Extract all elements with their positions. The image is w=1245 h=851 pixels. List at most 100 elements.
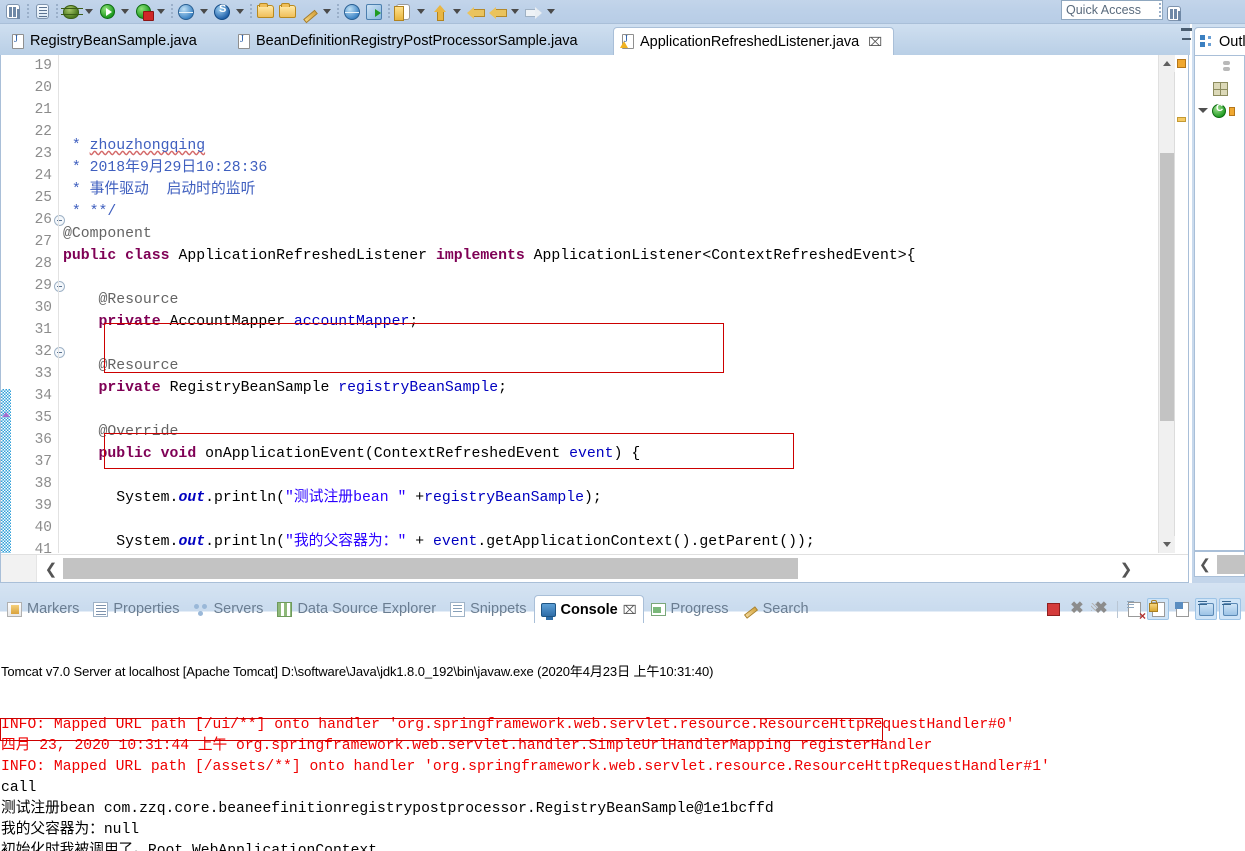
code-line[interactable]: * **/ [59,201,1174,223]
run-icon[interactable] [96,1,118,23]
line-number: 22 [34,124,52,140]
tab-servers[interactable]: Servers [186,596,270,622]
code-line[interactable] [59,509,1174,531]
editor-tab-registrybeansample[interactable]: RegistryBeanSample.java [4,27,220,55]
remove-all-terminated-button[interactable]: ✖ [1090,598,1112,620]
tab-search[interactable]: Search [736,596,816,622]
code-line[interactable]: @Component [59,223,1174,245]
code-line[interactable]: @Resource [59,355,1174,377]
editor-tab-beandefinitionregistrypostprocessorsample[interactable]: BeanDefinitionRegistryPostProcessorSampl… [230,27,610,55]
new-folder-icon[interactable] [276,1,298,23]
code-line[interactable]: public void onApplicationEvent(ContextRe… [59,443,1174,465]
code-line[interactable]: @Resource [59,289,1174,311]
tab-properties[interactable]: Properties [86,596,186,622]
notes-icon[interactable] [392,1,414,23]
open-browser-dropdown-arrow-icon[interactable] [197,2,211,22]
skip-breakpoints-icon[interactable] [31,1,53,23]
java-perspective-icon[interactable] [363,1,385,23]
open-console-button[interactable] [1219,598,1241,620]
editor-vertical-scrollbar[interactable] [1158,55,1175,553]
code-line[interactable] [59,267,1174,289]
tab-progress[interactable]: Progress [644,596,736,622]
terminate-button[interactable] [1042,598,1064,620]
close-icon[interactable]: ⌧ [868,35,882,49]
notes-dropdown-arrow-icon[interactable] [414,2,428,22]
svn-dropdown-arrow-icon[interactable] [233,2,247,22]
code-line[interactable]: System.out.println("测试注册bean " +registry… [59,487,1174,509]
outline-item-package[interactable] [1195,78,1244,100]
run-server-dropdown-arrow-icon[interactable] [154,2,168,22]
up-arrow-icon[interactable] [428,1,450,23]
code-line[interactable] [59,465,1174,487]
clear-icon [1127,601,1141,617]
code-line[interactable]: System.out.println("我的父容器为：" + event.get… [59,531,1174,553]
up-dropdown-arrow-icon[interactable] [450,2,464,22]
tab-outline[interactable]: Outl [1194,27,1245,55]
forward-arrow-icon[interactable] [522,1,544,23]
code-token: RegistryBeanSample [169,380,339,396]
editor-tab-applicationrefreshedlistener[interactable]: ApplicationRefreshedListener.java ⌧ [613,27,894,55]
code-line[interactable]: private AccountMapper accountMapper; [59,311,1174,333]
close-icon[interactable]: ⌧ [623,603,637,617]
hscroll-thumb[interactable] [1217,555,1245,574]
editor-overview-ruler[interactable] [1174,55,1188,553]
scroll-thumb[interactable] [1160,153,1174,421]
quick-access-input[interactable]: Quick Access [1061,0,1163,20]
scroll-lock-button[interactable] [1147,598,1169,620]
back-arrow-2-icon[interactable] [486,1,508,23]
open-browser-icon[interactable] [175,1,197,23]
code-editor[interactable]: 19 20 21 22 23 24 25 26 27 28 29 30 31 32 33 34 35 36 37 38… [0,55,1189,583]
scroll-left-icon[interactable]: ❮ [1199,555,1211,574]
edit-dropdown-arrow-icon[interactable] [320,2,334,22]
scroll-down-icon[interactable] [1159,536,1175,553]
console-output[interactable]: Tomcat v7.0 Server at localhost [Apache … [0,629,1245,851]
web-perspective-icon[interactable] [341,1,363,23]
clear-console-button[interactable] [1123,598,1145,620]
properties-icon [93,601,109,617]
toolbar-separator [168,3,175,21]
code-line[interactable]: * zhouzhongqing [59,135,1174,157]
tab-label: Properties [113,601,180,617]
debug-dropdown-arrow-icon[interactable] [82,2,96,22]
outline-icon [1200,35,1214,48]
tab-data-source-explorer[interactable]: Data Source Explorer [270,596,443,622]
perspective-switcher-icon[interactable] [1163,2,1185,24]
tab-snippets[interactable]: Snippets [443,596,533,622]
forward-dropdown-arrow-icon[interactable] [544,2,558,22]
code-line[interactable]: * 事件驱动 启动时的监听 [59,179,1174,201]
code-line[interactable] [59,333,1174,355]
run-dropdown-arrow-icon[interactable] [118,2,132,22]
back-arrow-icon[interactable] [464,1,486,23]
debug-icon[interactable] [60,1,83,23]
chevron-down-icon[interactable] [1197,105,1209,117]
tab-console[interactable]: Console ⌧ [533,595,644,623]
code-line[interactable] [59,399,1174,421]
pin-console-button[interactable] [1171,598,1193,620]
tab-markers[interactable]: Markers [0,596,86,622]
code-text-area[interactable]: * zhouzhongqing * 2018年9月29日10:28:36 * 事… [59,55,1174,553]
scroll-up-icon[interactable] [1159,55,1175,72]
edit-pencil-icon[interactable] [298,1,320,23]
code-line[interactable]: * 2018年9月29日10:28:36 [59,157,1174,179]
hscroll-thumb[interactable] [63,558,798,579]
outline-tree[interactable] [1194,55,1245,551]
outline-item-class[interactable] [1195,100,1244,122]
console-highlight-box [0,718,883,741]
outline-horizontal-scrollbar[interactable]: ❮ [1194,551,1245,577]
open-folder-icon[interactable] [254,1,276,23]
lock-icon [1151,601,1165,617]
editor-horizontal-scrollbar[interactable]: ❮ ❯ [1,554,1188,582]
remove-launch-button[interactable]: ✖ [1066,598,1088,620]
back-dropdown-arrow-icon[interactable] [508,2,522,22]
scroll-left-icon[interactable]: ❮ [37,555,65,582]
line-number: 20 [34,80,52,96]
outline-item-imports[interactable] [1195,56,1244,78]
code-line[interactable]: private RegistryBeanSample registryBeanS… [59,377,1174,399]
save-all-icon[interactable] [2,1,24,23]
run-server-icon[interactable] [132,1,154,23]
scroll-right-icon[interactable]: ❯ [1112,555,1140,582]
svn-icon[interactable] [211,1,233,23]
display-selected-console-button[interactable] [1195,598,1217,620]
code-line[interactable]: @Override [59,421,1174,443]
code-line[interactable]: public class ApplicationRefreshedListene… [59,245,1174,267]
